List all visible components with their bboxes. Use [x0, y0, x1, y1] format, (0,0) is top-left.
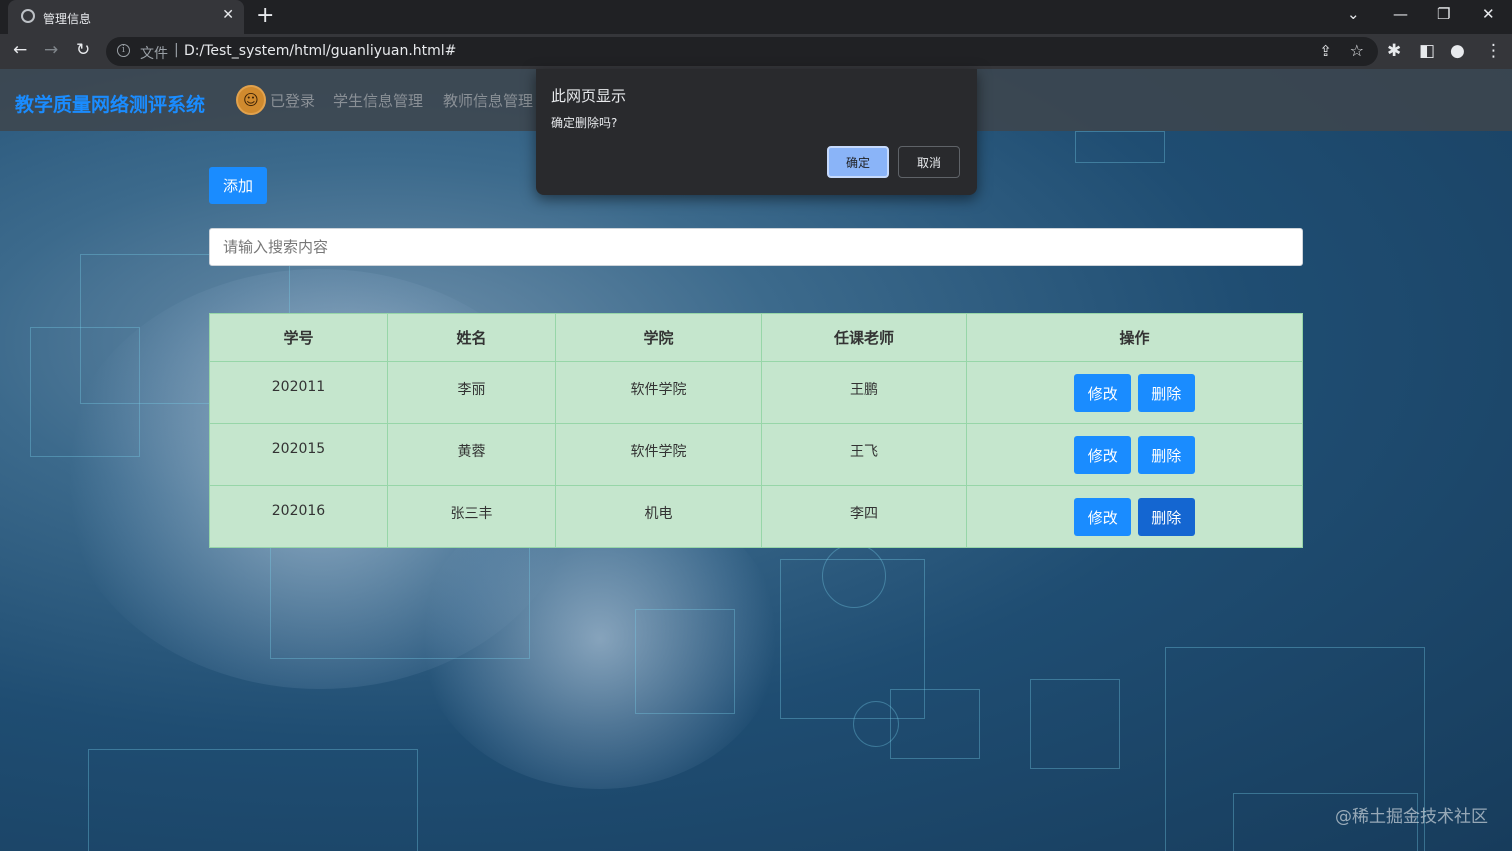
- window-close-icon[interactable]: ✕: [1482, 5, 1495, 23]
- tab-close-icon[interactable]: ✕: [222, 7, 234, 23]
- cell-teacher: 王鹏: [761, 361, 967, 424]
- table-row: 202011 李丽 软件学院 王鹏 修改 删除: [209, 361, 1303, 424]
- cell-actions: 修改 删除: [966, 423, 1303, 486]
- column-header-college: 学院: [555, 313, 762, 362]
- side-panel-icon[interactable]: ◧: [1419, 41, 1435, 61]
- forward-icon[interactable]: →: [44, 40, 58, 60]
- cell-college: 软件学院: [555, 361, 762, 424]
- site-brand[interactable]: 教学质量网络测评系统: [15, 90, 205, 117]
- column-header-actions: 操作: [966, 313, 1303, 362]
- browser-toolbar: ← → ↻ i 文件 | D:/Test_system/html/guanliy…: [0, 34, 1512, 69]
- browser-tab[interactable]: 管理信息 ✕: [8, 0, 244, 34]
- address-bar[interactable]: i 文件 | D:/Test_system/html/guanliyuan.ht…: [106, 37, 1378, 66]
- bookmark-star-icon[interactable]: ☆: [1350, 41, 1364, 60]
- column-header-name: 姓名: [387, 313, 556, 362]
- dialog-cancel-button[interactable]: 取消: [898, 146, 960, 178]
- cell-id: 202016: [209, 485, 388, 548]
- confirm-dialog: 此网页显示 确定删除吗? 确定 取消: [536, 69, 977, 195]
- cell-college: 机电: [555, 485, 762, 548]
- table-row: 202015 黄蓉 软件学院 王飞 修改 删除: [209, 423, 1303, 486]
- nav-logged-in[interactable]: 已登录: [270, 90, 315, 111]
- cell-name: 黄蓉: [387, 423, 556, 486]
- background-frame: [1075, 131, 1165, 163]
- profile-icon[interactable]: ●: [1450, 41, 1465, 61]
- background-ring: [822, 544, 886, 608]
- background-frame: [88, 749, 418, 851]
- background-frame: [635, 609, 735, 714]
- student-table: 学号 姓名 学院 任课老师 操作 202011 李丽 软件学院 王鹏 修改 删除…: [209, 313, 1303, 548]
- extensions-icon[interactable]: ✱: [1387, 41, 1401, 61]
- edit-button[interactable]: 修改: [1074, 498, 1132, 536]
- dialog-title: 此网页显示: [551, 87, 627, 105]
- share-icon[interactable]: ⇪: [1319, 42, 1332, 60]
- background-frame: [890, 689, 980, 759]
- search-input[interactable]: [209, 228, 1303, 266]
- watermark: @稀土掘金技术社区: [1335, 807, 1488, 827]
- tab-search-icon[interactable]: ⌄: [1347, 5, 1360, 23]
- info-icon[interactable]: i: [117, 44, 130, 57]
- avatar: ☺: [236, 85, 266, 115]
- reload-icon[interactable]: ↻: [76, 40, 90, 60]
- url-separator: |: [174, 42, 179, 58]
- dialog-ok-button[interactable]: 确定: [827, 146, 889, 178]
- cell-id: 202011: [209, 361, 388, 424]
- cell-name: 张三丰: [387, 485, 556, 548]
- cell-actions: 修改 删除: [966, 361, 1303, 424]
- background-frame: [1030, 679, 1120, 769]
- background-frame: [270, 539, 530, 659]
- edit-button[interactable]: 修改: [1074, 436, 1132, 474]
- globe-icon: [21, 9, 35, 23]
- column-header-teacher: 任课老师: [761, 313, 967, 362]
- edit-button[interactable]: 修改: [1074, 374, 1132, 412]
- dialog-message: 确定删除吗?: [551, 116, 618, 130]
- background-ring: [853, 701, 899, 747]
- url-text[interactable]: D:/Test_system/html/guanliyuan.html#: [184, 43, 456, 59]
- url-scheme: 文件: [140, 46, 168, 62]
- tab-title: 管理信息: [43, 12, 92, 26]
- browser-tabstrip: 管理信息 ✕ + ⌄ — ❐ ✕: [0, 0, 1512, 34]
- table-header-row: 学号 姓名 学院 任课老师 操作: [209, 313, 1303, 362]
- table-row: 202016 张三丰 机电 李四 修改 删除: [209, 485, 1303, 548]
- nav-teacher-management[interactable]: 教师信息管理: [443, 90, 533, 111]
- nav-student-management[interactable]: 学生信息管理: [333, 90, 423, 111]
- menu-icon[interactable]: ⋮: [1485, 41, 1502, 61]
- cell-college: 软件学院: [555, 423, 762, 486]
- restore-icon[interactable]: ❐: [1437, 5, 1450, 23]
- background-frame: [30, 327, 140, 457]
- delete-button[interactable]: 删除: [1137, 436, 1195, 474]
- cell-id: 202015: [209, 423, 388, 486]
- cell-teacher: 王飞: [761, 423, 967, 486]
- cell-actions: 修改 删除: [966, 485, 1303, 548]
- column-header-id: 学号: [209, 313, 388, 362]
- delete-button[interactable]: 删除: [1137, 498, 1195, 536]
- cell-teacher: 李四: [761, 485, 967, 548]
- new-tab-icon[interactable]: +: [256, 4, 274, 28]
- back-icon[interactable]: ←: [13, 40, 27, 60]
- add-button[interactable]: 添加: [209, 167, 267, 204]
- cell-name: 李丽: [387, 361, 556, 424]
- delete-button[interactable]: 删除: [1137, 374, 1195, 412]
- minimize-icon[interactable]: —: [1393, 5, 1408, 23]
